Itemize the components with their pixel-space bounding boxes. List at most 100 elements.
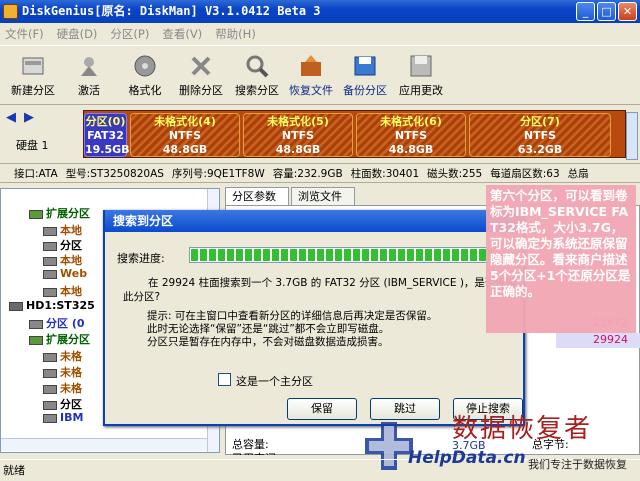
partition-name: 未格式化(4) — [154, 115, 216, 128]
info-interface: 接口:ATA — [14, 168, 58, 180]
apply-changes-button[interactable]: 应用更改 — [392, 48, 450, 104]
disk-info-bar: 接口:ATA 型号:ST3250820AS 序列号:9QE1TF8W 容量:232.9… — [0, 165, 640, 183]
dialog-hint: 提示: 可在主窗口中查看新分区的详细信息后再决定是否保留。 此时无论选择“保留”… — [147, 310, 438, 348]
tree-item[interactable]: 分区 (0 — [29, 315, 85, 331]
tree-item[interactable]: Web — [43, 267, 87, 280]
tab-partition-params[interactable]: 分区参数 — [225, 187, 289, 206]
partition-size: 48.8GB — [275, 143, 321, 156]
partition-name: 未格式化(6) — [380, 115, 442, 128]
annotation-note: 第六个分区，可以看到卷标为IBM_SERVICE FAT32格式，大小3.7G，… — [486, 185, 636, 333]
partition-5-segment[interactable]: 未格式化(5) NTFS 48.8GB — [243, 113, 353, 157]
recover-files-button[interactable]: 恢复文件 — [282, 48, 340, 104]
tab-browse-files[interactable]: 浏览文件 — [291, 187, 355, 206]
tree-item-label: 分区 — [60, 398, 82, 411]
partition-name: 分区(7) — [520, 115, 560, 128]
primary-partition-checkbox[interactable] — [218, 373, 231, 386]
info-heads: 磁头数:255 — [427, 168, 483, 180]
backup-partition-button[interactable]: 备份分区 — [336, 48, 394, 104]
minimize-button[interactable]: _ — [576, 2, 595, 21]
progress-label: 搜索进度: — [117, 252, 165, 265]
skip-button[interactable]: 跳过 — [370, 398, 440, 420]
tree-item-label: 分区 (0 — [46, 317, 85, 330]
tree-item[interactable]: 分区 — [43, 396, 82, 412]
app-icon — [3, 4, 18, 19]
tree-item-label: 扩展分区 — [46, 333, 90, 346]
progress-bar — [189, 247, 507, 263]
tree-item[interactable]: 本地 — [43, 222, 82, 238]
tree-item[interactable]: 本地 — [43, 283, 82, 299]
format-button[interactable]: 格式化 — [116, 48, 174, 104]
delete-partition-icon — [191, 56, 211, 76]
toolbar: 新建分区 激活 格式化 删除分区 搜索分区 恢复文件 备份分区 应用更改 — [0, 45, 640, 105]
tree-item[interactable]: HD1:ST325 — [9, 299, 95, 312]
partition-size: 48.8GB — [388, 143, 434, 156]
menu-help[interactable]: 帮助(H) — [210, 24, 256, 44]
tree-item[interactable]: 本地 — [43, 252, 82, 268]
menu-file[interactable]: 文件(F) — [0, 24, 44, 44]
tree-item[interactable]: 扩展分区 — [29, 205, 90, 221]
tree-item[interactable]: 分区 — [43, 237, 82, 253]
checkbox-label: 这是一个主分区 — [236, 375, 313, 388]
tree-item[interactable]: 扩展分区 — [29, 331, 90, 347]
menu-disk[interactable]: 硬盘(D) — [52, 24, 98, 44]
partition-7-segment[interactable]: 分区(7) NTFS 63.2GB — [469, 113, 611, 157]
tree-item[interactable]: 未格 — [43, 380, 82, 396]
detail-value: 29924 — [556, 333, 640, 348]
prev-disk-icon[interactable]: ◀ — [6, 110, 16, 125]
used-space-label: 已用空间: — [232, 450, 280, 455]
toolbar-label: 删除分区 — [179, 84, 223, 97]
toolbar-label: 应用更改 — [399, 84, 443, 97]
tree-item-label: 本地 — [60, 285, 82, 298]
partition-name: 分区(0) — [85, 115, 126, 128]
tree-item-label: 扩展分区 — [46, 207, 90, 220]
tree-item-label: Web — [60, 267, 88, 280]
drive-icon — [43, 226, 57, 236]
format-icon — [134, 55, 156, 77]
info-serial: 序列号:9QE1TF8W — [171, 168, 265, 180]
tree-item-label: HD1:ST325 — [26, 299, 95, 312]
tree-item[interactable]: 未格 — [43, 348, 82, 364]
partition-fs: NTFS — [168, 129, 202, 142]
toolbar-label: 恢复文件 — [289, 84, 333, 97]
toolbar-label: 激活 — [78, 84, 100, 97]
delete-partition-button[interactable]: 删除分区 — [172, 48, 230, 104]
partition-fs: NTFS — [394, 129, 428, 142]
tree-item[interactable]: 未格 — [43, 364, 82, 380]
info-capacity: 容量:232.9GB — [272, 168, 343, 180]
partition-icon — [29, 335, 43, 345]
keep-button[interactable]: 保留 — [287, 398, 357, 420]
tree-hscrollbar[interactable] — [1, 438, 207, 451]
drive-icon — [43, 241, 57, 251]
info-cylinders: 柱面数:30401 — [350, 168, 420, 180]
menu-partition[interactable]: 分区(P) — [105, 24, 149, 44]
partition-fs: FAT32 — [87, 129, 124, 142]
partition-0-segment[interactable]: 分区(0) FAT32 19.5GB — [84, 113, 130, 157]
tree-item-label: 未格 — [60, 382, 82, 395]
maximize-button[interactable]: □ — [597, 2, 616, 21]
partition-6-segment[interactable]: 未格式化(6) NTFS 48.8GB — [356, 113, 466, 157]
info-total: 总扇 — [567, 168, 589, 180]
drive-icon — [29, 319, 43, 329]
disk-scrollbar[interactable] — [626, 112, 638, 160]
window-title: DiskGenius[原名: DiskMan] V3.1.0412 Beta 3 — [22, 4, 321, 18]
activate-button[interactable]: 激活 — [60, 48, 118, 104]
info-sectors: 每道扇区数:63 — [490, 168, 560, 180]
watermark-url: HelpData.cn — [408, 448, 526, 468]
search-partition-button[interactable]: 搜索分区 — [228, 48, 286, 104]
search-partition-icon — [246, 55, 269, 78]
dialog-message: 在 29924 柱面搜索到一个 3.7GB 的 FAT32 分区 (IBM_SE… — [123, 277, 517, 303]
menu-view[interactable]: 查看(V) — [157, 24, 202, 44]
drive-icon — [43, 352, 57, 362]
title-bar: DiskGenius[原名: DiskMan] V3.1.0412 Beta 3 — [0, 0, 640, 23]
drive-icon — [43, 384, 57, 394]
tree-item[interactable]: IBM — [43, 411, 83, 424]
next-disk-icon[interactable]: ▶ — [24, 110, 34, 125]
close-button[interactable]: ✕ — [618, 2, 637, 21]
toolbar-label: 新建分区 — [11, 84, 55, 97]
new-partition-button[interactable]: 新建分区 — [4, 48, 62, 104]
progress-fill — [191, 249, 493, 261]
recover-files-icon — [301, 55, 321, 76]
search-result-dialog: 搜索到分区 搜索进度: 在 29924 柱面搜索到一个 3.7GB 的 FAT3… — [103, 210, 525, 426]
tree-item-label: 本地 — [60, 254, 82, 267]
partition-4-segment[interactable]: 未格式化(4) NTFS 48.8GB — [130, 113, 240, 157]
